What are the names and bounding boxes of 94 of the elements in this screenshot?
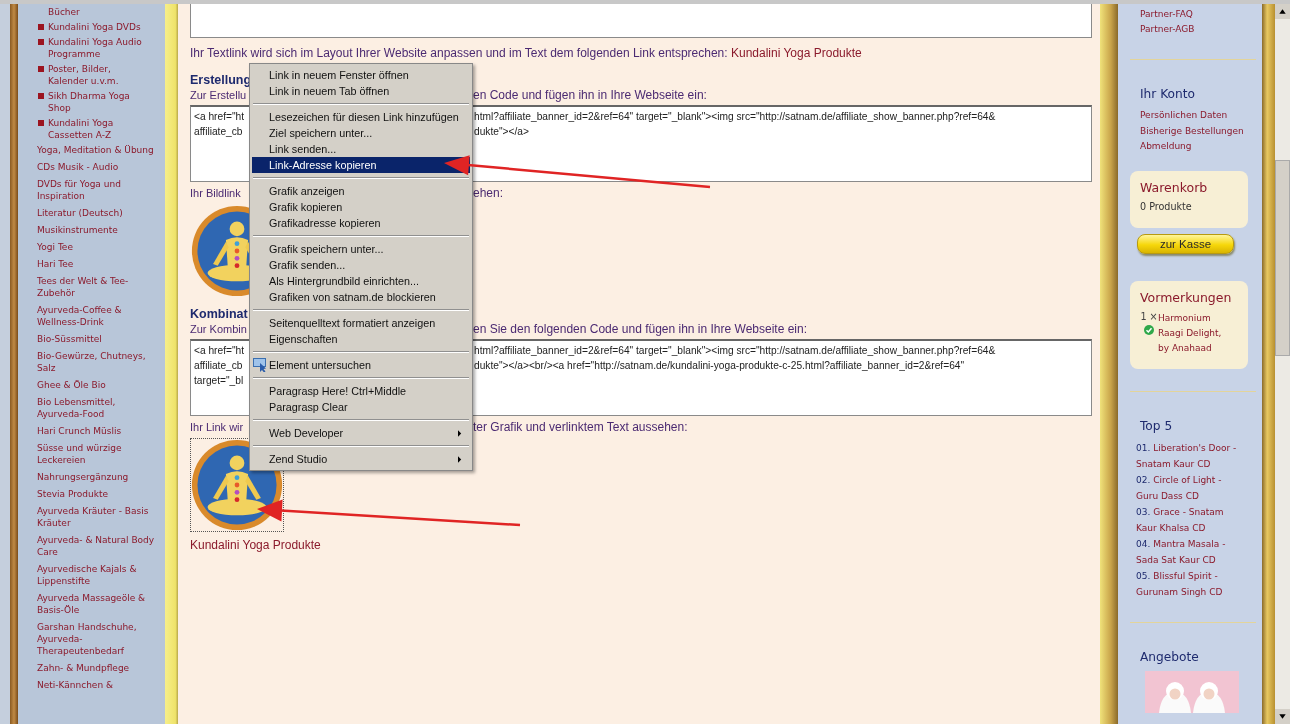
top-seller-link[interactable]: 03. Grace - Snatam Kaur Khalsa CD xyxy=(1136,503,1246,536)
instruction-text: en Sie den folgenden Code und fügen ihn in Ihre Webseite ein: xyxy=(473,322,808,336)
category-link[interactable]: Kundalini Yoga Audio Programme xyxy=(48,36,152,60)
cart-count: 0 Produkte xyxy=(1140,200,1193,212)
menu-item[interactable]: Link in neuem Fenster öffnen xyxy=(252,67,470,83)
category-link[interactable]: Ayurvedische Kajals & Lippenstifte xyxy=(37,563,161,587)
instruction-text: Zur Erstellu xyxy=(190,89,247,101)
category-link[interactable]: Musikinstrumente xyxy=(37,224,161,236)
preview-text: Ihr Link wir xyxy=(190,421,244,433)
top-seller-link[interactable]: 02. Circle of Light - Guru Dass CD xyxy=(1136,471,1246,504)
menu-item[interactable]: Seitenquelltext formatiert anzeigen xyxy=(252,315,470,331)
partner-link[interactable]: Partner-FAQ xyxy=(1140,7,1250,22)
category-link[interactable]: Ayurveda-Coffee & Wellness-Drink xyxy=(37,304,161,328)
category-link[interactable]: CDs Musik - Audio xyxy=(37,161,161,173)
preview-text: Ihr Bildlink xyxy=(190,187,241,199)
category-link[interactable]: Ayurveda- & Natural Body Care xyxy=(37,534,161,558)
menu-item[interactable]: Element untersuchen xyxy=(252,357,470,373)
account-link[interactable]: Persönlichen Daten xyxy=(1140,108,1250,124)
category-link[interactable]: Zahn- & Mundpflege xyxy=(37,662,161,674)
category-link[interactable]: Süsse und würzige Leckereien xyxy=(37,442,161,466)
watchlist-title: Vormerkungen xyxy=(1140,288,1233,307)
category-link[interactable]: Bücher xyxy=(48,6,165,18)
product-link[interactable]: Harmonium Raagi Delight, by Anahaad xyxy=(1158,310,1230,356)
category-link[interactable]: Sikh Dharma Yoga Shop xyxy=(48,90,152,114)
cart-title: Warenkorb xyxy=(1140,178,1209,197)
menu-item[interactable]: Als Hintergrundbild einrichten... xyxy=(252,273,470,289)
menu-item[interactable]: Grafikadresse kopieren xyxy=(252,215,470,231)
instruction-text: en Code und fügen ihn in Ihre Webseite ein: xyxy=(473,88,707,102)
menu-item[interactable]: Grafik speichern unter... xyxy=(252,241,470,257)
menu-item[interactable]: Link-Adresse kopieren xyxy=(252,157,470,173)
menu-item[interactable]: Grafik anzeigen xyxy=(252,183,470,199)
category-link[interactable]: Kundalini Yoga Cassetten A-Z xyxy=(48,117,152,141)
menu-item[interactable]: Paragrasp Here! Ctrl+Middle xyxy=(252,383,470,399)
code-field[interactable] xyxy=(190,4,1092,38)
category-link[interactable]: Hari Crunch Müslis xyxy=(37,425,161,437)
textlink-note: Ihr Textlink wird sich im Layout Ihrer Website anpassen und im Text dem folgenden Link entsprechen: Kundalini Yoga Produkte xyxy=(190,46,862,60)
menu-item[interactable]: Grafik senden... xyxy=(252,257,470,273)
category-link[interactable]: Ayurveda Kräuter - Basis Kräuter xyxy=(37,505,161,529)
product-link[interactable]: Kundalini Yoga Produkte xyxy=(730,46,862,60)
section-heading: Erstellung xyxy=(190,72,252,88)
bullet-icon xyxy=(38,24,44,30)
scrollbar-thumb[interactable] xyxy=(1275,160,1290,356)
account-link[interactable]: Bisherige Bestellungen xyxy=(1140,123,1250,139)
top5-heading: Top 5 xyxy=(1140,417,1174,434)
top-seller-link[interactable]: 04. Mantra Masala - Sada Sat Kaur CD xyxy=(1136,535,1246,568)
section-heading: Kombinat xyxy=(190,306,248,322)
instruction-text: Zur Kombin xyxy=(190,323,247,335)
menu-item[interactable]: Link senden... xyxy=(252,141,470,157)
menu-item[interactable]: Web Developer xyxy=(252,425,470,441)
category-link[interactable]: Bio Lebensmittel, Ayurveda-Food xyxy=(37,396,161,420)
offers-heading: Angebote xyxy=(1140,648,1200,665)
category-link[interactable]: Nahrungsergänzung xyxy=(37,471,161,483)
category-link[interactable]: Poster, Bilder, Kalender u.v.m. xyxy=(48,63,152,87)
partner-link[interactable]: Partner-AGB xyxy=(1140,22,1250,37)
menu-item[interactable]: Link in neuem Tab öffnen xyxy=(252,83,470,99)
bullet-icon xyxy=(38,66,44,72)
category-link[interactable]: Yogi Tee xyxy=(37,241,161,253)
category-link[interactable]: Kundalini Yoga DVDs xyxy=(48,21,152,33)
category-link[interactable]: Hari Tee xyxy=(37,258,161,270)
category-link[interactable]: Ayurveda Massageöle & Basis-Öle xyxy=(37,592,161,616)
menu-item[interactable]: Zend Studio xyxy=(252,451,470,467)
category-link[interactable]: Stevia Produkte xyxy=(37,488,161,500)
category-link[interactable]: Garshan Handschuhe, Ayurveda-Therapeutenbedarf xyxy=(37,621,161,657)
category-link[interactable]: Bio-Gewürze, Chutneys, Salz xyxy=(37,350,161,374)
bullet-icon xyxy=(38,39,44,45)
top-seller-link[interactable]: 01. Liberation's Door - Snatam Kaur CD xyxy=(1136,439,1246,472)
category-link[interactable]: Tees der Welt & Tee-Zubehör xyxy=(37,275,161,299)
bullet-icon xyxy=(38,93,44,99)
preview-text: ter Grafik und verlinktem Text aussehen: xyxy=(473,420,688,434)
category-link[interactable]: Literatur (Deutsch) xyxy=(37,207,161,219)
category-link[interactable]: Yoga, Meditation & Übung xyxy=(37,144,161,156)
scroll-down-icon[interactable] xyxy=(1275,709,1290,724)
top-seller-link[interactable]: 05. Blissful Spirit - Gurunam Singh CD xyxy=(1136,567,1246,600)
menu-item[interactable]: Grafiken von satnam.de blockieren xyxy=(252,289,470,305)
account-link[interactable]: Abmeldung xyxy=(1140,139,1250,155)
category-link[interactable]: Neti-Kännchen & xyxy=(37,679,161,691)
category-link[interactable]: DVDs für Yoga und Inspiration xyxy=(37,178,161,202)
account-heading: Ihr Konto xyxy=(1140,86,1196,102)
scroll-up-icon[interactable] xyxy=(1275,4,1290,19)
bullet-icon xyxy=(38,120,44,126)
preview-text: ehen: xyxy=(473,186,504,200)
inspect-icon xyxy=(253,358,269,372)
menu-item[interactable]: Paragrasp Clear xyxy=(252,399,470,415)
menu-item[interactable]: Lesezeichen für diesen Link hinzufügen xyxy=(252,109,470,125)
checkout-button[interactable]: zur Kasse xyxy=(1137,233,1234,254)
menu-item[interactable]: Grafik kopieren xyxy=(252,199,470,215)
menu-item[interactable]: Ziel speichern unter... xyxy=(252,125,470,141)
category-link[interactable]: Ghee & Öle Bio xyxy=(37,379,161,391)
submenu-arrow-icon xyxy=(458,429,462,437)
scrollbar[interactable] xyxy=(1275,4,1290,724)
product-link[interactable]: Kundalini Yoga Produkte xyxy=(190,538,321,552)
category-link[interactable]: Bio-Süssmittel xyxy=(37,333,161,345)
quantity-text: 1 × xyxy=(1140,310,1158,323)
submenu-arrow-icon xyxy=(458,455,462,463)
